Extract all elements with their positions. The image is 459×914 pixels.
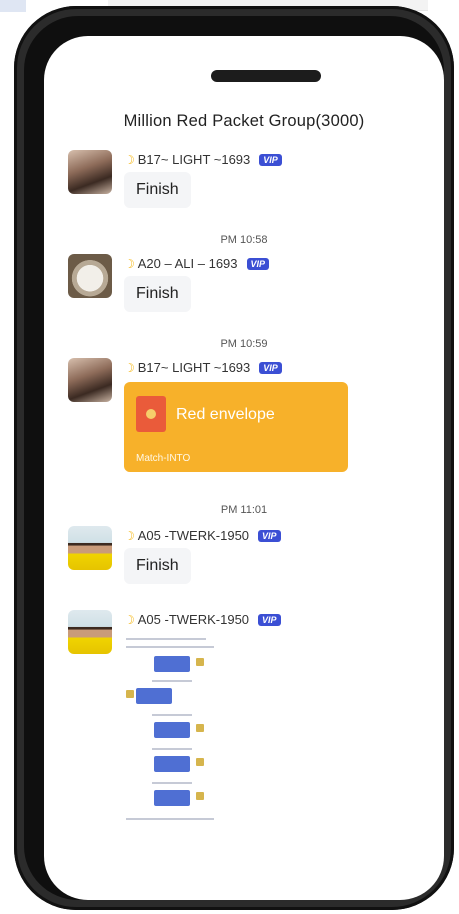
thumb-avatar (196, 658, 204, 666)
image-thumbnail[interactable] (124, 634, 216, 834)
moon-icon: ☽ (124, 256, 135, 271)
sender-name: ☽ A05 -TWERK-1950 VIP (124, 528, 281, 543)
moon-icon: ☽ (124, 612, 135, 627)
thumb-avatar (196, 792, 204, 800)
thumb-bubble (154, 790, 190, 806)
avatar[interactable] (68, 610, 112, 654)
thumb-line (152, 782, 192, 784)
message-bubble[interactable]: Finish (124, 276, 191, 312)
sender-name: ☽ A20 – ALI – 1693 VIP (124, 256, 270, 271)
avatar[interactable] (68, 150, 112, 194)
sender-name: ☽ B17~ LIGHT ~1693 VIP (124, 360, 282, 375)
moon-icon: ☽ (124, 360, 135, 375)
timestamp: PM 11:01 (220, 504, 268, 516)
thumb-line (152, 748, 192, 750)
phone-frame: Million Red Packet Group(3000) ☽ B17~ LI… (14, 6, 454, 910)
vip-badge: VIP (258, 529, 281, 542)
thumb-line (152, 680, 192, 682)
thumb-avatar (126, 690, 134, 698)
thumb-line (152, 714, 192, 716)
message-bubble[interactable]: Finish (124, 548, 191, 584)
vip-badge: VIP (258, 613, 281, 626)
thumb-bubble (136, 688, 172, 704)
vip-badge: VIP (259, 153, 282, 166)
sender-name: ☽ A05 -TWERK-1950 VIP (124, 612, 281, 627)
timestamp: PM 10:58 (220, 234, 268, 246)
thumb-line (126, 646, 214, 648)
avatar[interactable] (68, 358, 112, 402)
sender-name: ☽ B17~ LIGHT ~1693 VIP (124, 152, 282, 167)
thumb-bubble (154, 756, 190, 772)
avatar[interactable] (68, 254, 112, 298)
timestamp: PM 10:59 (220, 338, 268, 350)
red-envelope-icon (136, 396, 166, 432)
red-envelope-footer: Match-INTO (136, 453, 191, 464)
avatar[interactable] (68, 526, 112, 570)
vip-badge: VIP (246, 257, 270, 270)
vip-badge: VIP (259, 361, 282, 374)
moon-icon: ☽ (124, 152, 135, 167)
phone-bezel: Million Red Packet Group(3000) ☽ B17~ LI… (24, 16, 444, 900)
moon-icon: ☽ (124, 528, 135, 543)
thumb-bubble (154, 656, 190, 672)
background-strip (0, 0, 26, 12)
thumb-avatar (196, 758, 204, 766)
red-envelope-card[interactable]: Red envelope Match-INTO (124, 382, 348, 472)
speaker-notch (211, 70, 321, 82)
message-bubble[interactable]: Finish (124, 172, 191, 208)
thumb-avatar (196, 724, 204, 732)
thumb-line (126, 638, 206, 640)
chat-title: Million Red Packet Group(3000) (123, 112, 365, 130)
thumb-line (126, 818, 214, 820)
red-envelope-title: Red envelope (176, 406, 275, 423)
thumb-bubble (154, 722, 190, 738)
chat-screen: Million Red Packet Group(3000) ☽ B17~ LI… (44, 36, 444, 900)
